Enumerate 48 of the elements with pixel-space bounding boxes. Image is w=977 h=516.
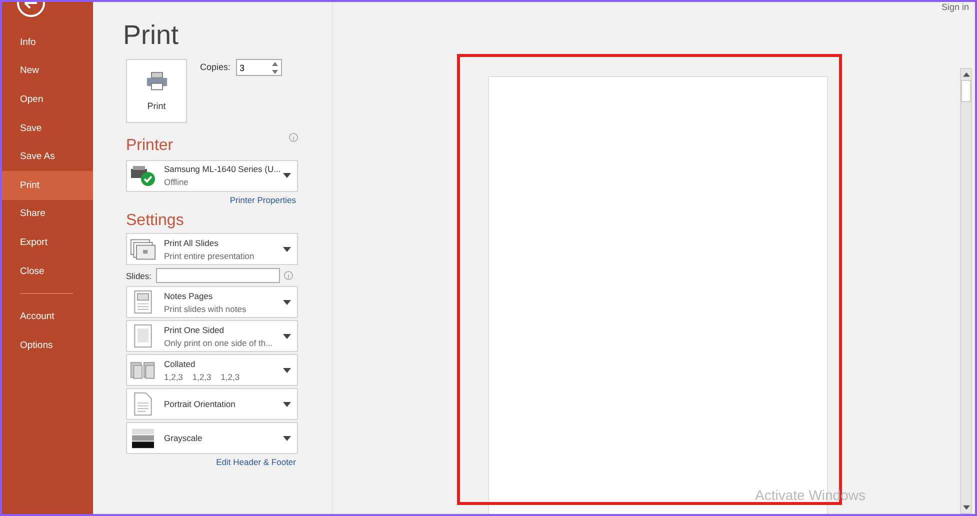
info-icon[interactable] — [284, 271, 293, 280]
caret-icon — [283, 436, 291, 441]
copies-label: Copies: — [200, 62, 231, 72]
setting-dropdown[interactable]: Notes Pages Print slides with notes — [126, 286, 298, 318]
slides-input-field[interactable] — [156, 268, 280, 284]
sidebar-item[interactable]: Share — [2, 200, 93, 228]
printer-ready-icon — [130, 164, 156, 187]
slides-icon — [130, 237, 156, 262]
info-icon[interactable] — [289, 133, 298, 142]
caret-icon — [283, 246, 291, 252]
collated-pages-icon — [130, 359, 156, 382]
sign-in-link[interactable]: Sign in — [941, 2, 969, 12]
setting-dropdown[interactable]: Print One Sided Only print on one side of th... — [126, 320, 298, 352]
setting-dropdown[interactable]: Portrait Orientation — [126, 388, 298, 420]
sidebar-item[interactable]: Export — [2, 228, 93, 257]
sidebar-item[interactable]: New — [2, 56, 93, 86]
scroll-thumb[interactable] — [961, 80, 971, 102]
sidebar-item[interactable]: Print — [2, 170, 93, 200]
caret-icon — [283, 300, 291, 305]
sidebar-item[interactable]: Account — [2, 302, 93, 331]
edit-header-footer-link[interactable]: Edit Header & Footer — [216, 457, 296, 468]
page-title: Print — [123, 22, 180, 49]
setting-dropdown[interactable]: Collated 1,2,3 1,2,3 1,2,3 — [126, 354, 298, 386]
sidebar-item[interactable]: Info — [2, 28, 93, 57]
sidebar-item[interactable]: Save As — [2, 142, 93, 171]
scroll-up-icon[interactable] — [962, 72, 970, 77]
caret-icon — [283, 368, 291, 373]
slides-label: Slides: — [126, 270, 152, 281]
scrollbar[interactable] — [960, 68, 972, 514]
scroll-down-icon[interactable] — [962, 505, 970, 510]
copies-input-field[interactable]: 3 — [236, 59, 282, 76]
print-button[interactable]: Print — [126, 59, 187, 123]
spinner-arrows-icon — [272, 62, 278, 74]
printer-icon — [146, 72, 168, 90]
caret-icon — [283, 173, 291, 178]
caret-icon — [283, 402, 291, 407]
sidebar-item[interactable]: Close — [2, 256, 93, 286]
setting-dropdown[interactable]: Grayscale — [126, 422, 298, 454]
sidebar-item[interactable]: Options — [2, 330, 93, 360]
printer-properties-link[interactable]: Printer Properties — [230, 194, 296, 205]
printer-heading: Printer — [126, 137, 174, 155]
caret-icon — [283, 334, 291, 339]
grayscale-icon — [130, 427, 156, 450]
sidebar-item[interactable]: Open — [2, 85, 93, 114]
sidebar-item[interactable]: Save — [2, 114, 93, 142]
printer-dropdown[interactable]: Samsung ML-1640 Series (U... Offline — [126, 160, 298, 192]
settings-heading: Settings — [126, 212, 185, 230]
setting-dropdown[interactable]: Print All Slides Print entire presentation — [126, 233, 298, 266]
